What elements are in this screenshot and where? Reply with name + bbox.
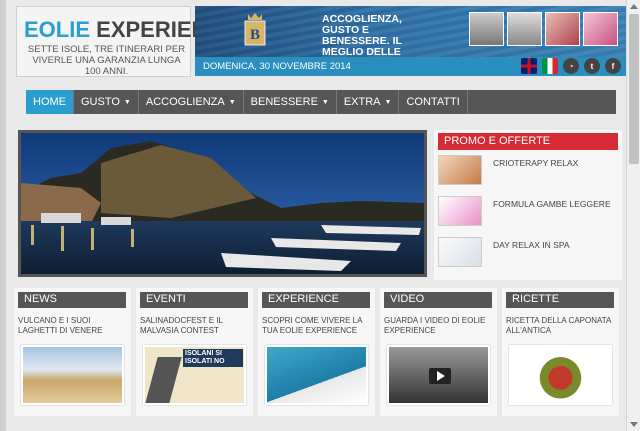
nav-home[interactable]: HOME [26,90,74,114]
banner-photo-people [469,12,504,46]
banner-photo-dessert [583,12,618,46]
banner-photos [469,12,618,46]
card-title: RICETTE [506,292,614,308]
card-image-eventi-road [145,357,182,403]
card-image-eventi-text: ISOLANI SI ISOLATI NO [183,349,243,367]
card-text[interactable]: SCOPRI COME VIVERE LA TUA EOLIE EXPERIEN… [262,316,372,336]
facebook-icon[interactable]: f [605,58,621,74]
flag-it-icon[interactable] [542,58,558,74]
card-title: EVENTI [140,292,248,308]
chevron-down-icon: ▼ [384,98,392,106]
hero-harbor-image [21,133,424,274]
card-image-experience[interactable] [265,345,368,405]
nav-home-label: HOME [33,96,66,108]
chevron-down-icon: ▼ [123,98,131,106]
nav-gusto-label: GUSTO [81,96,120,108]
promo-title: PROMO E OFFERTE [438,133,618,150]
promo-item[interactable]: CRIOTERAPY RELAX [438,155,618,191]
rss-icon[interactable]: ◔ [563,58,579,74]
scroll-up-icon[interactable] [630,4,638,9]
hero-slider[interactable] [18,130,427,277]
card-eventi[interactable]: EVENTI SALINADOCFEST E IL MALVASIA CONTE… [136,288,253,416]
card-title: EXPERIENCE [262,292,370,308]
twitter-icon[interactable]: t [584,58,600,74]
scroll-down-icon[interactable] [630,422,638,427]
logo-title-eolie: EOLIE [24,17,91,42]
current-date: DOMENICA, 30 NOVEMBRE 2014 [203,61,351,72]
card-image-video[interactable] [387,345,490,405]
nav-benessere-label: BENESSERE [250,96,318,108]
hotel-crest-icon: B [244,13,266,46]
nav-contatti[interactable]: CONTATTI [399,90,468,114]
page: EOLIE EXPERIENCE SETTE ISOLE, TRE ITINER… [6,0,626,431]
hotel-crest-letter: B [250,27,260,43]
promo-label: CRIOTERAPY RELAX [493,158,579,168]
chevron-down-icon: ▼ [321,98,329,106]
card-text[interactable]: SALINADOCFEST E IL MALVASIA CONTEST [140,316,250,336]
promo-item[interactable]: FORMULA GAMBE LEGGERE [438,196,618,232]
chevron-down-icon: ▼ [228,98,236,106]
social-links: ◔ t f [521,58,621,74]
promo-thumb-crioterapy [438,155,482,185]
scrollbar-thumb[interactable] [629,14,639,164]
nav-extra[interactable]: EXTRA ▼ [337,90,400,114]
promo-item[interactable]: DAY RELAX IN SPA [438,237,618,273]
card-image-eventi[interactable]: ISOLANI SI ISOLATI NO [143,345,246,405]
card-video[interactable]: VIDEO GUARDA I VIDEO DI EOLIE EXPERIENCE [380,288,497,416]
card-experience[interactable]: EXPERIENCE SCOPRI COME VIVERE LA TUA EOL… [258,288,375,416]
card-image-news[interactable] [21,345,124,405]
card-title: NEWS [18,292,126,308]
flag-uk-icon[interactable] [521,58,537,74]
vertical-scrollbar[interactable] [626,0,640,431]
play-icon[interactable] [429,368,451,384]
promo-thumb-gambe [438,196,482,226]
promo-thumb-spa [438,237,482,267]
banner-slogan: ACCOGLIENZA, GUSTO E BENESSERE. IL MEGLI… [322,13,402,58]
card-text[interactable]: VULCANO E I SUOI LAGHETTI DI VENERE [18,316,128,336]
banner-photo-group [507,12,542,46]
card-image-ricette[interactable] [509,345,612,405]
nav-accoglienza[interactable]: ACCOGLIENZA ▼ [139,90,244,114]
card-news[interactable]: NEWS VULCANO E I SUOI LAGHETTI DI VENERE [14,288,131,416]
card-text[interactable]: GUARDA I VIDEO DI EOLIE EXPERIENCE [384,316,494,336]
promo-box: PROMO E OFFERTE CRIOTERAPY RELAX FORMULA… [434,130,622,280]
card-title: VIDEO [384,292,492,308]
banner-photo-food [545,12,580,46]
card-text[interactable]: RICETTA DELLA CAPONATA ALL'ANTICA [506,316,616,336]
promo-label: FORMULA GAMBE LEGGERE [493,199,611,209]
nav-gusto[interactable]: GUSTO ▼ [74,90,139,114]
site-logo[interactable]: EOLIE EXPERIENCE SETTE ISOLE, TRE ITINER… [16,6,238,77]
nav-contatti-label: CONTATTI [406,96,460,108]
nav-extra-label: EXTRA [343,96,381,108]
card-ricette[interactable]: RICETTE RICETTA DELLA CAPONATA ALL'ANTIC… [502,288,619,416]
main-nav: HOME GUSTO ▼ ACCOGLIENZA ▼ BENESSERE ▼ EXTR… [26,90,616,114]
header-banner[interactable]: B ACCOGLIENZA, GUSTO E BENESSERE. IL MEG… [195,6,626,57]
promo-label: DAY RELAX IN SPA [493,240,570,250]
nav-accoglienza-label: ACCOGLIENZA [145,96,225,108]
nav-benessere[interactable]: BENESSERE ▼ [244,90,337,114]
logo-subtitle: SETTE ISOLE, TRE ITINERARI PER VIVERLE U… [27,44,186,77]
